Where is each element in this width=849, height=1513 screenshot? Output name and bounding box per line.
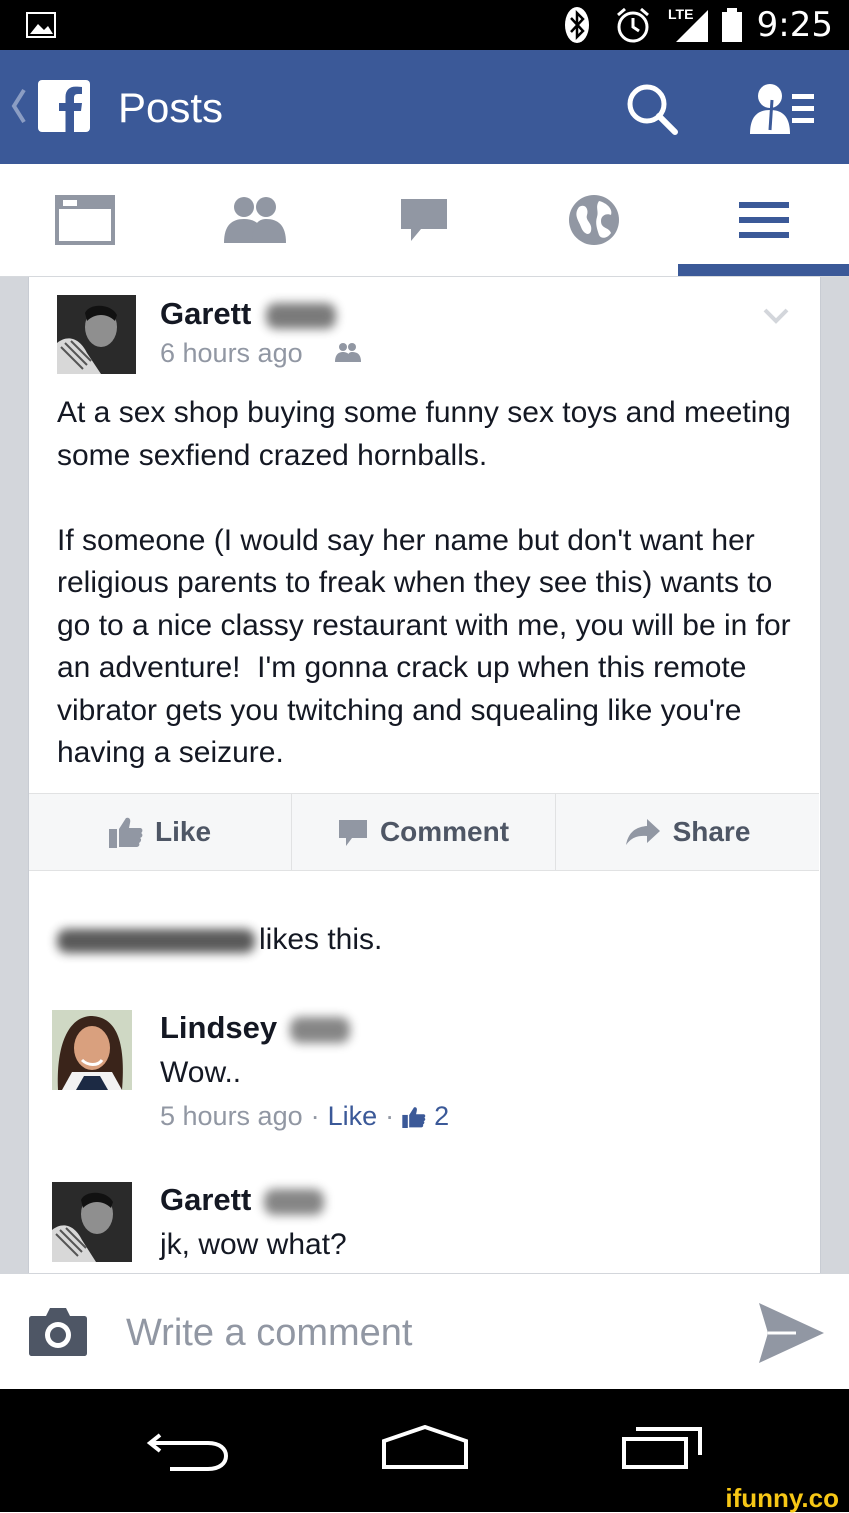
status-bar: LTE 9:25 bbox=[0, 0, 849, 50]
camera-icon[interactable] bbox=[28, 1306, 88, 1361]
friend-requests-icon[interactable] bbox=[748, 80, 820, 140]
app-bar: Posts bbox=[0, 50, 849, 164]
network-label: LTE bbox=[668, 6, 694, 22]
search-icon[interactable] bbox=[622, 80, 682, 140]
comment-author-avatar[interactable] bbox=[52, 1182, 132, 1262]
page-title: Posts bbox=[118, 84, 224, 131]
tab-notifications[interactable] bbox=[509, 164, 679, 276]
friends-icon bbox=[224, 197, 286, 243]
signal-icon: LTE bbox=[668, 0, 712, 50]
back-chevron-icon[interactable] bbox=[8, 86, 28, 131]
share-button[interactable]: Share bbox=[556, 794, 819, 870]
alarm-icon bbox=[614, 0, 652, 50]
gallery-icon bbox=[26, 0, 56, 50]
comment-like-link[interactable]: Like bbox=[328, 1101, 378, 1132]
globe-icon bbox=[569, 195, 619, 245]
messages-icon bbox=[401, 199, 447, 241]
likes-summary[interactable]: likes this. bbox=[57, 923, 382, 957]
likes-text: likes this. bbox=[259, 923, 383, 956]
redacted-name bbox=[289, 1016, 350, 1043]
thumbs-up-icon bbox=[108, 817, 143, 848]
share-arrow-icon bbox=[625, 819, 660, 845]
post-action-bar: Like Comment Share bbox=[29, 793, 819, 871]
post-author-name[interactable]: Garett bbox=[160, 296, 336, 332]
meta-separator: · bbox=[385, 1101, 395, 1131]
comment-label: Comment bbox=[379, 816, 510, 847]
comment-input[interactable]: Write a comment bbox=[126, 1312, 412, 1355]
comment-author-name[interactable]: Garett bbox=[160, 1182, 324, 1218]
like-label: Like bbox=[154, 816, 212, 847]
comment-author-name[interactable]: Lindsey bbox=[160, 1010, 350, 1046]
send-icon[interactable] bbox=[756, 1300, 826, 1371]
redacted-name bbox=[265, 302, 336, 329]
comment-timestamp[interactable]: 5 hours ago bbox=[160, 1101, 303, 1132]
comment-composer: Write a comment bbox=[0, 1273, 849, 1390]
thumbs-up-icon bbox=[402, 1106, 426, 1128]
comment-icon bbox=[338, 820, 367, 846]
tab-messages[interactable] bbox=[339, 164, 509, 276]
android-nav-bar: ifunny.co bbox=[0, 1389, 849, 1512]
redacted-name bbox=[263, 1188, 324, 1215]
post-body: At a sex shop buying some funny sex toys… bbox=[57, 396, 791, 769]
facebook-logo-icon[interactable] bbox=[38, 80, 90, 132]
comment-text: jk, wow what? bbox=[160, 1228, 347, 1261]
menu-icon bbox=[739, 202, 789, 238]
clock: 9:25 bbox=[756, 5, 833, 45]
post-timestamp[interactable]: 6 hours ago bbox=[160, 338, 303, 369]
comment-button[interactable]: Comment bbox=[292, 794, 555, 870]
comment-like-count[interactable]: 2 bbox=[434, 1101, 449, 1132]
tab-friends[interactable] bbox=[170, 164, 340, 276]
watermark: ifunny.co bbox=[721, 1484, 843, 1512]
comment-text: Wow.. bbox=[160, 1056, 242, 1089]
like-button[interactable]: Like bbox=[29, 794, 291, 870]
nav-tabs bbox=[0, 164, 849, 277]
active-tab-indicator bbox=[678, 264, 849, 276]
share-label: Share bbox=[672, 816, 751, 847]
android-back-icon[interactable] bbox=[146, 1427, 230, 1476]
news-feed-icon bbox=[55, 195, 115, 245]
bluetooth-icon bbox=[564, 0, 590, 50]
comment-meta: 5 hours ago · Like · 2 bbox=[160, 1101, 449, 1132]
battery-icon bbox=[720, 0, 744, 50]
android-home-icon[interactable] bbox=[380, 1424, 470, 1476]
post-author-avatar[interactable] bbox=[57, 295, 136, 374]
meta-separator: · bbox=[310, 1101, 320, 1131]
friends-audience-icon bbox=[335, 342, 361, 367]
android-recents-icon[interactable] bbox=[620, 1425, 704, 1476]
comment-author-avatar[interactable] bbox=[52, 1010, 132, 1090]
tab-more[interactable] bbox=[679, 164, 849, 276]
tab-news-feed[interactable] bbox=[0, 164, 170, 276]
redacted-likers bbox=[57, 929, 255, 954]
post-options-chevron-icon[interactable] bbox=[762, 306, 790, 331]
